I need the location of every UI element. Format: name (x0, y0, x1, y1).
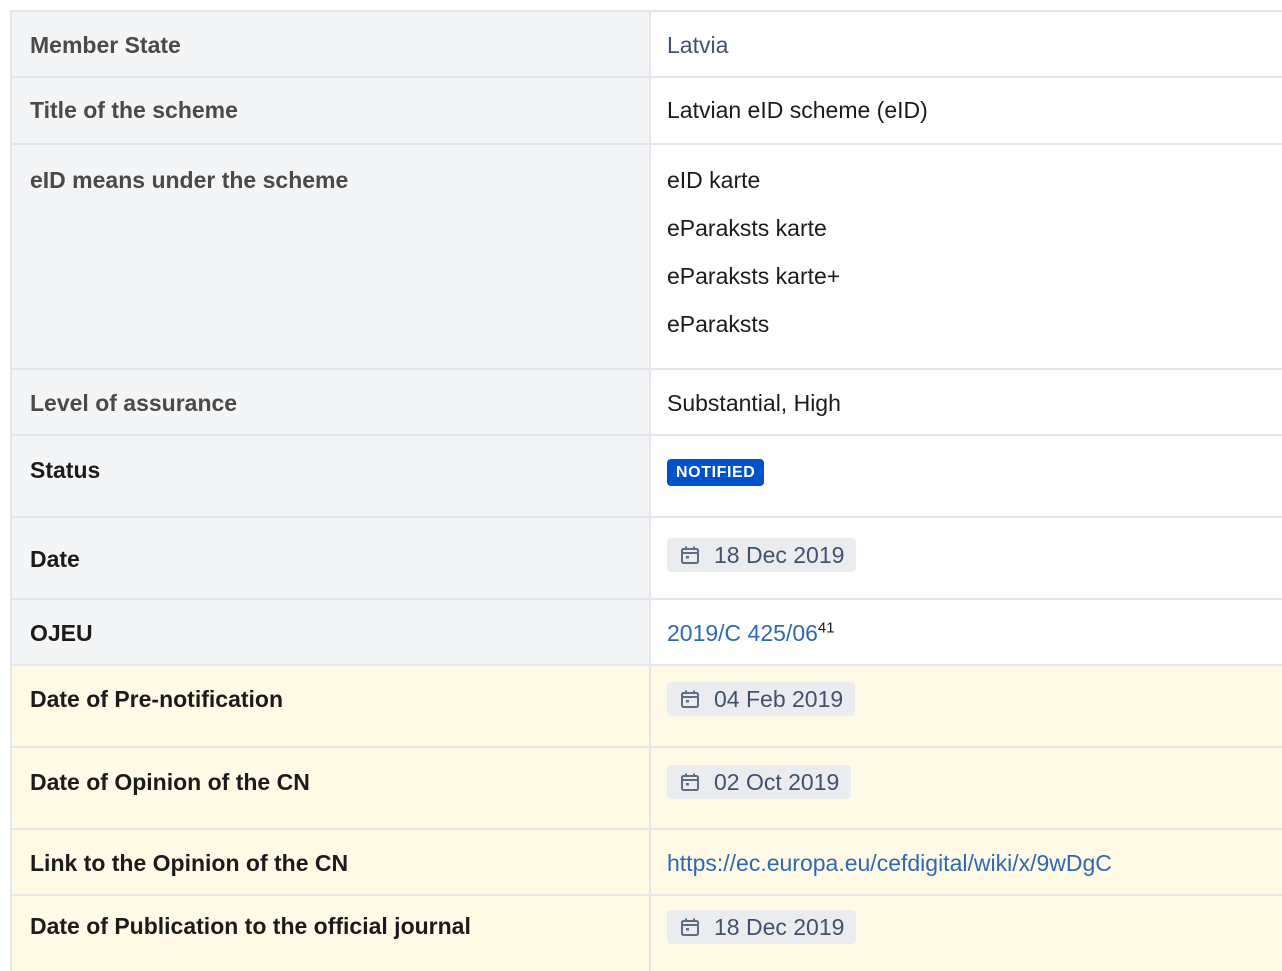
title-value: Latvian eID scheme (eID) (667, 97, 928, 123)
eid-means-item: eID karte (667, 167, 761, 193)
pre-notification-date: 04 Feb 2019 (714, 685, 844, 712)
table-row-eid-means: eID means under the scheme eID karte ePa… (10, 145, 1282, 370)
status-label: Status (30, 457, 101, 483)
ojeu-link[interactable]: 2019/C 425/06 (667, 620, 818, 646)
eid-means-item: eParaksts (667, 311, 770, 337)
opinion-link[interactable]: https://ec.europa.eu/cefdigital/wiki/x/9… (667, 850, 1112, 876)
date-lozenge: 02 Oct 2019 (667, 765, 852, 799)
row-label: Date of Opinion of the CN (10, 748, 651, 828)
scheme-details-table: Member State Latvia Title of the scheme … (10, 10, 1282, 971)
status-badge: NOTIFIED (667, 459, 765, 486)
table-row-member-state: Member State Latvia (10, 12, 1282, 78)
calendar-icon (681, 690, 699, 708)
date-label: Date (30, 546, 80, 572)
row-value: 02 Oct 2019 (651, 748, 1282, 828)
row-value: NOTIFIED (651, 436, 1282, 516)
date-value: 18 Dec 2019 (714, 541, 845, 568)
opinion-date-label: Date of Opinion of the CN (30, 769, 310, 795)
row-label: Date of Pre-notification (10, 666, 651, 746)
opinion-date: 02 Oct 2019 (714, 768, 840, 795)
table-row-publication-date: Date of Publication to the official jour… (10, 896, 1282, 971)
row-value: 04 Feb 2019 (651, 666, 1282, 746)
row-value: eID karte eParaksts karte eParaksts kart… (651, 145, 1282, 368)
table-row-title: Title of the scheme Latvian eID scheme (… (10, 78, 1282, 145)
level-of-assurance-value: Substantial, High (667, 390, 841, 416)
table-row-status: Status NOTIFIED (10, 436, 1282, 518)
row-label: eID means under the scheme (10, 145, 651, 368)
row-label: Level of assurance (10, 370, 651, 434)
table-row-date: Date 18 Dec 2019 (10, 518, 1282, 600)
row-label: OJEU (10, 600, 651, 664)
calendar-icon (681, 773, 699, 791)
table-row-ojeu: OJEU 2019/C 425/0641 (10, 600, 1282, 666)
row-value: Latvian eID scheme (eID) (651, 78, 1282, 143)
table-row-pre-notification: Date of Pre-notification 04 Feb 2019 (10, 666, 1282, 748)
date-lozenge: 04 Feb 2019 (667, 682, 856, 716)
row-value: https://ec.europa.eu/cefdigital/wiki/x/9… (651, 830, 1282, 894)
ojeu-label: OJEU (30, 620, 93, 646)
row-value: Substantial, High (651, 370, 1282, 434)
row-value: 18 Dec 2019 (651, 896, 1282, 971)
row-value: 2019/C 425/0641 (651, 600, 1282, 664)
member-state-value: Latvia (667, 32, 729, 58)
eid-means-label: eID means under the scheme (30, 167, 349, 193)
calendar-icon (681, 918, 699, 936)
table-row-opinion-date: Date of Opinion of the CN 02 Oct 2019 (10, 748, 1282, 830)
row-value: 18 Dec 2019 (651, 518, 1282, 598)
footnote-marker: 41 (817, 619, 835, 637)
row-label: Title of the scheme (10, 78, 651, 143)
table-row-opinion-link: Link to the Opinion of the CN https://ec… (10, 830, 1282, 896)
table-row-level-of-assurance: Level of assurance Substantial, High (10, 370, 1282, 436)
row-label: Date (10, 518, 651, 598)
date-lozenge: 18 Dec 2019 (667, 538, 857, 572)
level-of-assurance-label: Level of assurance (30, 390, 238, 416)
pre-notification-label: Date of Pre-notification (30, 686, 284, 712)
row-label: Date of Publication to the official jour… (10, 896, 651, 971)
publication-date-label: Date of Publication to the official jour… (30, 913, 471, 939)
eid-means-item: eParaksts karte (667, 215, 827, 241)
row-label: Member State (10, 12, 651, 76)
title-label: Title of the scheme (30, 97, 238, 123)
row-label: Status (10, 436, 651, 516)
row-value: Latvia (651, 12, 1282, 76)
calendar-icon (681, 546, 699, 564)
publication-date: 18 Dec 2019 (714, 913, 845, 940)
opinion-link-label: Link to the Opinion of the CN (30, 850, 349, 876)
row-label: Link to the Opinion of the CN (10, 830, 651, 894)
member-state-label: Member State (30, 32, 181, 58)
eid-means-item: eParaksts karte+ (667, 263, 841, 289)
date-lozenge: 18 Dec 2019 (667, 910, 857, 944)
